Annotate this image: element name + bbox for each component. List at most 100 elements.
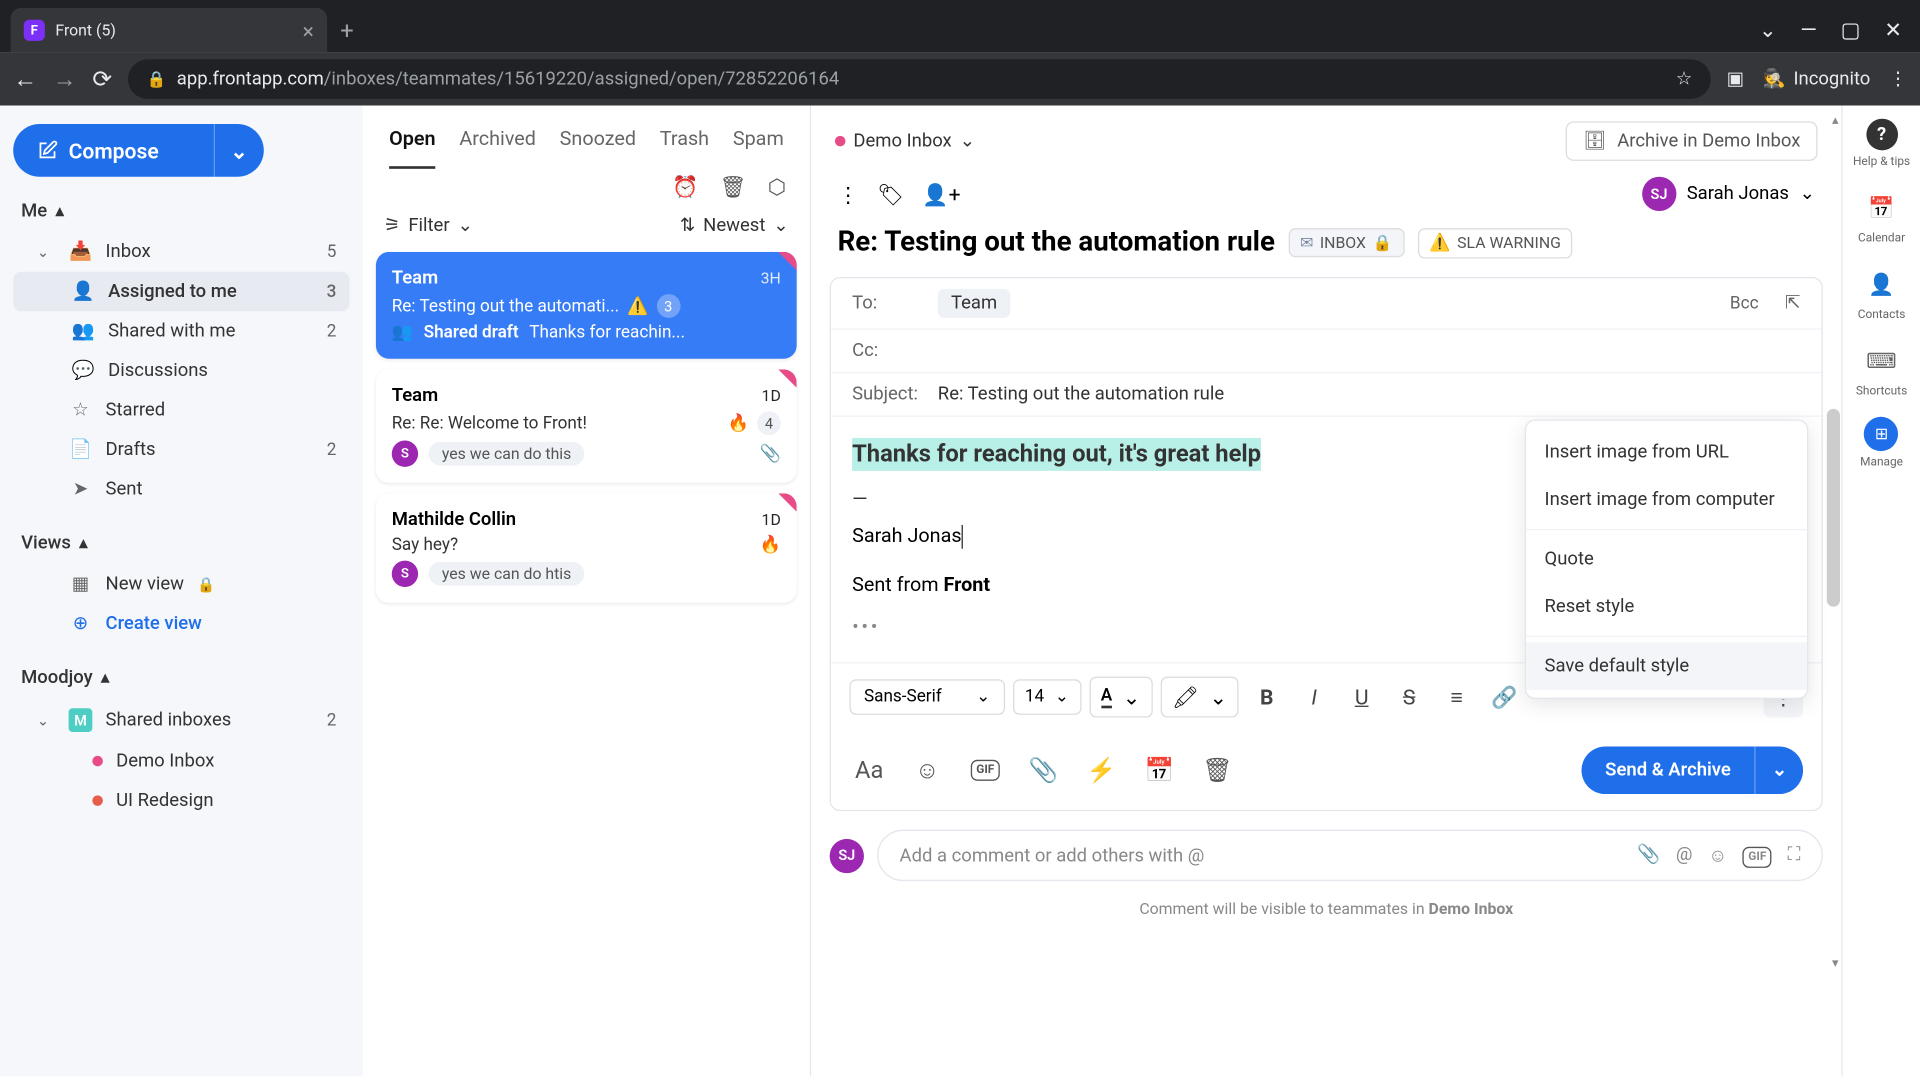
sort-button[interactable]: ⇅ Newest ⌄ <box>680 215 789 236</box>
editor-body[interactable]: Thanks for reaching out, it's great help… <box>831 417 1822 662</box>
section-moodjoy[interactable]: Moodjoy ▴ <box>13 667 349 688</box>
emoji-icon[interactable]: ☺ <box>1708 844 1727 866</box>
send-options-chevron[interactable]: ⌄ <box>1755 747 1803 794</box>
nav-demo-inbox[interactable]: Demo Inbox <box>13 741 349 781</box>
delete-action-icon[interactable]: 🗑 <box>720 174 747 199</box>
menu-reset-style[interactable]: Reset style <box>1526 583 1807 630</box>
emoji-button[interactable]: ☺ <box>907 751 947 791</box>
rail-manage[interactable]: ⊞ Manage <box>1860 417 1903 470</box>
sla-warning-pill[interactable]: ⚠️ SLA WARNING <box>1417 228 1572 258</box>
archive-button[interactable]: 🗄 Archive in Demo Inbox <box>1566 121 1818 161</box>
conversation-subject: Re: Testing out the automati... <box>392 296 619 316</box>
nav-label: Assigned to me <box>108 281 237 302</box>
scroll-down-icon[interactable]: ▾ <box>1832 956 1839 971</box>
spam-action-icon[interactable]: ⬡ <box>768 174 786 199</box>
compose-chevron[interactable]: ⌄ <box>213 124 264 177</box>
subject-input[interactable]: Re: Testing out the automation rule <box>938 384 1801 405</box>
snooze-action-icon[interactable]: ⏰ <box>672 174 698 199</box>
tag-icon[interactable]: 🏷 <box>877 181 904 206</box>
nav-shared-with-me[interactable]: 👥 Shared with me 2 <box>13 311 349 351</box>
filter-button[interactable]: ⚞ Filter ⌄ <box>384 215 473 236</box>
more-actions-icon[interactable]: ⋮ <box>838 181 859 206</box>
discard-button[interactable]: 🗑 <box>1198 751 1238 791</box>
rail-calendar[interactable]: 📅 Calendar <box>1858 187 1905 245</box>
incognito-indicator[interactable]: 🕵️ Incognito <box>1763 69 1871 90</box>
popout-icon[interactable]: ⇱ <box>1785 293 1800 314</box>
back-button[interactable]: ← <box>13 65 37 93</box>
tab-snoozed[interactable]: Snoozed <box>560 127 636 169</box>
rail-help[interactable]: ? Help & tips <box>1853 119 1910 169</box>
font-family-select[interactable]: Sans-Serif ⌄ <box>849 679 1005 715</box>
tab-spam[interactable]: Spam <box>733 127 784 169</box>
assignee-selector[interactable]: SJ Sarah Jonas ⌄ <box>1642 177 1815 211</box>
mention-icon[interactable]: @ <box>1676 844 1693 866</box>
minimize-icon[interactable]: — <box>1800 17 1816 42</box>
list-button[interactable]: ≡ <box>1437 677 1477 717</box>
compose-button[interactable]: Compose ⌄ <box>13 124 264 177</box>
link-button[interactable]: 🔗 <box>1484 677 1524 717</box>
conversation-item[interactable]: Mathilde Collin 1D Say hey? 🔥 S yes we c… <box>376 493 797 602</box>
add-participant-icon[interactable]: 👤+ <box>922 181 960 206</box>
forward-button[interactable]: → <box>53 65 77 93</box>
attach-icon[interactable]: 📎 <box>1637 844 1660 866</box>
menu-insert-image-url[interactable]: Insert image from URL <box>1526 429 1807 476</box>
gif-button[interactable]: GIF <box>966 751 1006 791</box>
text-format-toggle[interactable]: Aa <box>849 751 889 791</box>
maximize-icon[interactable]: ▢ <box>1841 17 1861 42</box>
text-color-select[interactable]: A ⌄ <box>1089 677 1152 718</box>
nav-new-view[interactable]: ▦ New view 🔒 <box>13 565 349 605</box>
extensions-icon[interactable]: ▣ <box>1727 69 1744 90</box>
scroll-up-icon[interactable]: ▴ <box>1832 113 1839 128</box>
highlight-color-select[interactable]: 🖍 ⌄ <box>1160 677 1239 718</box>
bcc-toggle[interactable]: Bcc <box>1730 293 1759 313</box>
send-archive-button[interactable]: Send & Archive ⌄ <box>1581 747 1803 794</box>
browser-tab[interactable]: F Front (5) × <box>11 8 328 53</box>
scrollbar-thumb[interactable] <box>1827 409 1840 607</box>
tab-archived[interactable]: Archived <box>459 127 536 169</box>
tab-trash[interactable]: Trash <box>660 127 709 169</box>
rail-contacts[interactable]: 👤 Contacts <box>1858 264 1906 322</box>
inbox-tag-pill[interactable]: ✉ INBOX 🔒 <box>1288 228 1404 257</box>
nav-inbox[interactable]: ⌄ 📥 Inbox 5 <box>13 232 349 272</box>
strikethrough-button[interactable]: S <box>1389 677 1429 717</box>
reload-button[interactable]: ⟳ <box>92 65 112 93</box>
italic-button[interactable]: I <box>1294 677 1334 717</box>
attach-button[interactable]: 📎 <box>1024 751 1064 791</box>
font-size-select[interactable]: 14 ⌄ <box>1013 679 1081 715</box>
comment-input[interactable]: Add a comment or add others with @ 📎 @ ☺… <box>877 830 1823 881</box>
nav-starred[interactable]: ☆ Starred <box>13 390 349 430</box>
browser-menu-icon[interactable]: ⋮ <box>1889 69 1907 90</box>
nav-sent[interactable]: ➤ Sent <box>13 470 349 510</box>
menu-save-default-style[interactable]: Save default style <box>1526 642 1807 689</box>
close-window-icon[interactable]: ✕ <box>1884 17 1902 42</box>
tab-open[interactable]: Open <box>389 127 435 169</box>
recipient-pill[interactable]: Team <box>938 289 1011 318</box>
conversation-sender: Mathilde Collin <box>392 509 751 530</box>
rail-shortcuts[interactable]: ⌨ Shortcuts <box>1856 340 1907 398</box>
bookmark-icon[interactable]: ☆ <box>1676 69 1693 90</box>
conversation-item[interactable]: Team 3H Re: Testing out the automati... … <box>376 252 797 359</box>
chevron-down-icon[interactable]: ⌄ <box>1759 17 1777 42</box>
section-views[interactable]: Views ▴ <box>13 533 349 554</box>
bold-button[interactable]: B <box>1247 677 1287 717</box>
nav-discussions[interactable]: 💬 Discussions <box>13 351 349 391</box>
close-tab-icon[interactable]: × <box>303 18 314 43</box>
favicon: F <box>24 20 45 41</box>
address-bar[interactable]: 🔒 app.frontapp.com/inboxes/teammates/156… <box>128 59 1711 99</box>
menu-quote[interactable]: Quote <box>1526 536 1807 583</box>
expand-icon[interactable]: ⛶ <box>1787 844 1800 866</box>
gif-icon[interactable]: GIF <box>1743 844 1772 866</box>
section-me[interactable]: Me ▴ <box>13 200 349 221</box>
nav-shared-inboxes[interactable]: ⌄ M Shared inboxes 2 <box>13 699 349 741</box>
nav-create-view[interactable]: ⊕ Create view <box>13 604 349 644</box>
nav-assigned-to-me[interactable]: 👤 Assigned to me 3 <box>13 272 349 312</box>
inbox-tag-selector[interactable]: Demo Inbox ⌄ <box>835 131 975 152</box>
nav-ui-redesign[interactable]: UI Redesign <box>13 781 349 821</box>
underline-button[interactable]: U <box>1342 677 1382 717</box>
new-tab-button[interactable]: + <box>340 17 353 53</box>
quick-reply-button[interactable]: ⚡ <box>1082 751 1122 791</box>
conversation-item[interactable]: Team 1D Re: Re: Welcome to Front! 🔥 4 S … <box>376 369 797 482</box>
calendar-insert-button[interactable]: 📅 <box>1140 751 1180 791</box>
nav-drafts[interactable]: 📄 Drafts 2 <box>13 430 349 470</box>
menu-insert-image-computer[interactable]: Insert image from computer <box>1526 476 1807 523</box>
